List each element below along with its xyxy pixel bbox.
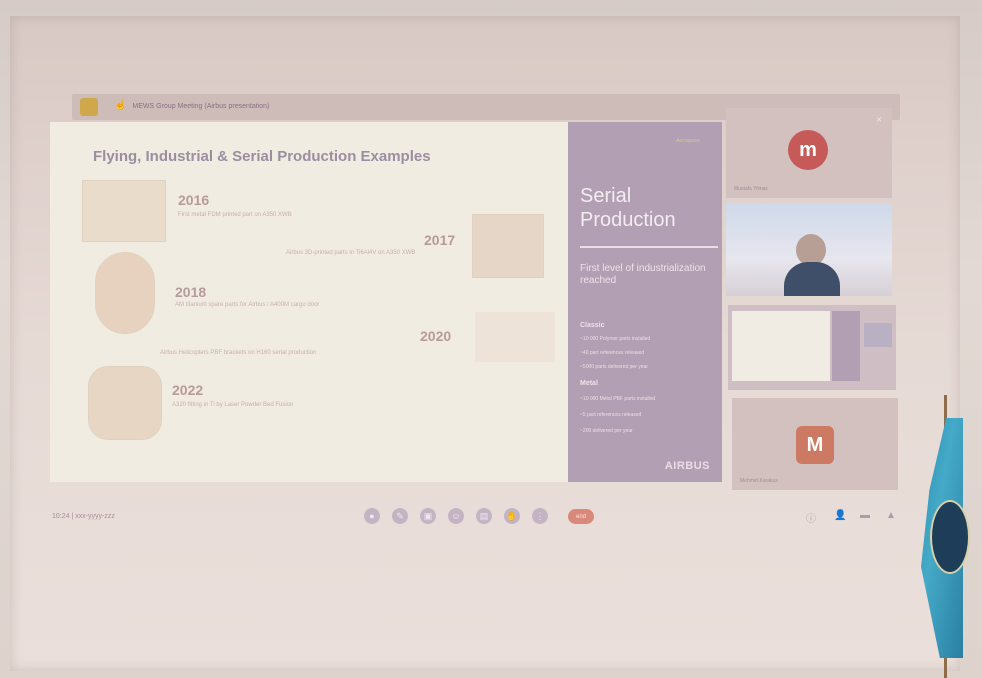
shared-video-thumb [864,323,892,347]
participant-tile-video[interactable] [726,204,892,296]
slide-title: Flying, Industrial & Serial Production E… [93,148,431,165]
part-image-3 [95,252,155,334]
presentation-icon: ☝ [114,100,127,111]
part-image-5 [88,366,162,440]
flag-emblem [930,500,970,574]
section-title: Classic [580,322,605,329]
more-options-icon[interactable]: ⋮ [532,508,548,524]
side-heading: Serial Production [580,185,676,231]
participant-tile[interactable]: M Mehmet Karakus [732,398,898,490]
activities-icon[interactable]: ▲ [886,510,896,521]
bullet: ~10 000 Polymer parts installed [580,336,651,342]
year-2022: 2022 [172,382,204,398]
year-2018: 2018 [175,284,207,300]
part-image-2 [472,214,544,278]
bullet: ~5000 parts delivered per year [580,364,648,370]
share-screen-icon[interactable]: ▣ [420,508,436,524]
leave-call-button[interactable]: end [568,509,594,524]
close-icon[interactable]: ✕ [876,116,882,124]
presentation-slide: Flying, Industrial & Serial Production E… [50,122,568,482]
meeting-time: 10:24 | xxx-yyyy-zzz [52,513,115,520]
reactions-icon[interactable]: ☺ [448,508,464,524]
bullet: ~5 part references released [580,412,642,418]
meeting-title-text: MEWS Group Meeting (Airbus presentation) [132,103,270,110]
year-2017: 2017 [424,232,456,248]
app-icon[interactable] [80,98,98,116]
desc-2016: First metal FDM printed part on A350 XWB [178,212,292,218]
bullet: ~200 delivered per year [580,428,633,434]
desc-2020: Airbus Helicopters PBF brackets on H160 … [160,350,317,356]
side-subheading: First level of industrialization reached [580,263,706,286]
person-body [784,262,840,296]
people-icon[interactable]: 👤 [834,510,846,521]
desc-2022: A320 fitting in Ti by Laser Powder Bed F… [172,402,294,408]
section-title: Metal [580,380,598,387]
slide-side-panel: Aerospace Serial Production First level … [568,122,722,482]
bullet: ~40 part references released [580,350,645,356]
part-image-1 [82,180,166,242]
captions-icon[interactable]: ▤ [476,508,492,524]
avatar: M [796,426,834,464]
shared-slide-thumb [732,311,830,381]
mic-icon[interactable]: ● [364,508,380,524]
shared-side-thumb [832,311,860,381]
avatar: m [788,130,828,170]
bullet: ~10 000 Metal PBF parts installed [580,396,656,402]
participant-name: Mehmet Karakus [740,478,778,484]
airbus-logo: AIRBUS [664,460,710,472]
desc-2018: AM titanium spare parts for Airbus / A40… [175,302,320,308]
meeting-title: ☝ MEWS Group Meeting (Airbus presentatio… [114,100,269,111]
brand-small-text: Aerospace [676,138,700,144]
divider [580,246,718,248]
desc-2017: Airbus 3D-printed parts in Ti6Al4V on A3… [286,250,416,256]
year-2016: 2016 [178,192,210,208]
participant-name: Mustafa Yilmaz [734,186,768,192]
screen-share-tile[interactable] [728,305,896,390]
participant-tile[interactable]: m Mustafa Yilmaz ✕ [726,108,892,198]
part-image-4 [475,312,555,362]
camera-icon[interactable]: ✎ [392,508,408,524]
info-icon[interactable]: ⓘ [806,510,816,525]
meeting-controls: 10:24 | xxx-yyyy-zzz ● ✎ ▣ ☺ ▤ ✋ ⋮ end ⓘ… [50,506,900,528]
raise-hand-icon[interactable]: ✋ [504,508,520,524]
year-2020: 2020 [420,328,452,344]
chat-icon[interactable]: ▬ [860,510,870,521]
